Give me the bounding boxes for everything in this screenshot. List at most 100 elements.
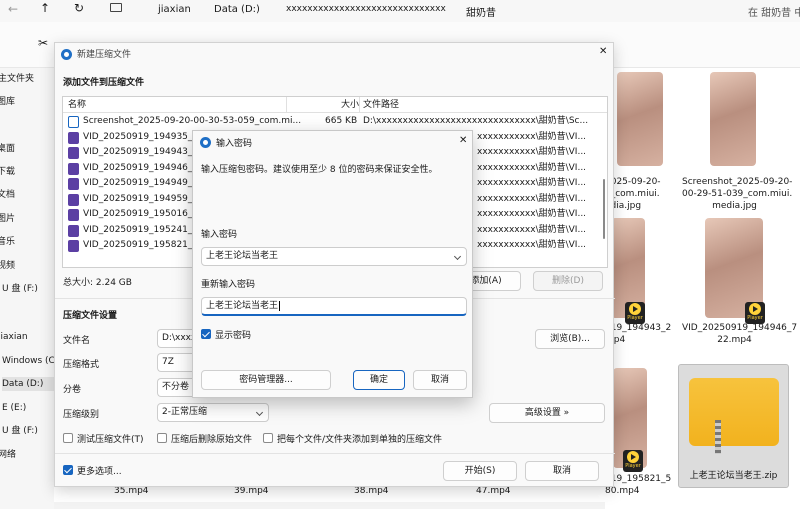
start-button[interactable]: 开始(S) (443, 461, 517, 481)
filename-input[interactable]: D:\xxxx (157, 329, 197, 348)
breadcrumb-user[interactable]: jiaxian (158, 4, 191, 15)
total-size: 总大小: 2.24 GB (63, 278, 132, 288)
separate-archives-label[interactable]: 把每个文件/文件夹添加到单独的压缩文件 (277, 432, 442, 445)
sidebar-item-videos[interactable]: 视频 (0, 259, 51, 273)
video-file-icon (68, 240, 79, 252)
col-name-header[interactable]: 名称 (68, 97, 86, 113)
file-name[interactable]: 2025-09-20- 1_com.miui. edia.jpg (605, 176, 675, 212)
thumbnail-image[interactable] (617, 72, 663, 166)
cell-name: Screenshot_2025-09-20-00-30-53-059_com.m… (83, 116, 302, 126)
cancel-button[interactable]: 取消 (413, 370, 467, 390)
file-name[interactable]: 39.mp4 (234, 486, 269, 496)
delete-after-checkbox[interactable] (157, 433, 167, 443)
test-archive-label[interactable]: 测试压缩文件(T) (77, 432, 144, 445)
file-name[interactable]: 35.mp4 (114, 486, 149, 496)
sidebar-item-user[interactable]: jiaxian (0, 330, 52, 344)
file-name[interactable]: 919_195821_5 80.mp4 (605, 473, 671, 497)
cell-path: xxxxxxxxxxx\甜奶昔\VI... (477, 240, 587, 250)
sidebar-item-desktop[interactable]: 桌面 (0, 142, 51, 156)
format-select[interactable]: 7Z (157, 353, 197, 372)
table-row[interactable]: Screenshot_2025-09-20-00-30-53-059_com.m… (63, 114, 593, 130)
sidebar-item-documents[interactable]: 文档 (0, 188, 51, 202)
explorer-sidebar: 主文件夹 图库 桌面 下载 文档 图片 音乐 视频 U 盘 (F:) jiaxi… (0, 68, 56, 509)
password-manager-button[interactable]: 密码管理器... (201, 370, 331, 390)
file-grid: 2025-09-20- 1_com.miui. edia.jpg Screens… (605, 68, 800, 509)
app-icon (61, 49, 72, 60)
delete-after-label[interactable]: 压缩后删除原始文件 (171, 432, 252, 445)
sidebar-item-gallery[interactable]: 图库 (0, 95, 51, 109)
show-password-label[interactable]: 显示密码 (215, 328, 251, 341)
sidebar-item-drive-c[interactable]: Windows (C:) (2, 354, 56, 368)
zip-folder-icon (689, 378, 779, 446)
separate-archives-checkbox[interactable] (263, 433, 273, 443)
sidebar-item-music[interactable]: 音乐 (0, 235, 51, 249)
breadcrumb-current[interactable]: 甜奶昔 (466, 4, 496, 19)
reenter-password-input[interactable]: 上老王论坛当老王 (201, 297, 467, 316)
delete-button[interactable]: 删除(D) (533, 271, 603, 291)
breadcrumb-drive[interactable]: Data (D:) (214, 4, 260, 15)
password-dialog: 输入密码 ✕ 输入压缩包密码。建议使用至少 8 位的密码来保证安全性。 输入密码… (192, 130, 473, 398)
advanced-settings-button[interactable]: 高级设置 » (489, 403, 605, 423)
sidebar-item-network[interactable]: 网络 (0, 448, 52, 462)
test-archive-checkbox[interactable] (63, 433, 73, 443)
breadcrumb-folder[interactable]: xxxxxxxxxxxxxxxxxxxxxxxxxxxxxx (286, 4, 446, 14)
password-dialog-title: 输入密码 (216, 139, 253, 149)
table-header: 名称 大小 文件路径 (63, 97, 607, 113)
up-arrow-icon[interactable]: ↑ (40, 1, 50, 15)
cell-name: VID_20250919_194949_835 (83, 178, 210, 188)
video-file-icon (68, 147, 79, 159)
password-input[interactable]: 上老王论坛当老王 (201, 247, 467, 266)
search-input[interactable]: 在 甜奶昔 中 (748, 4, 800, 19)
cut-icon[interactable]: ✂ (38, 36, 48, 50)
sidebar-item-downloads[interactable]: 下载 (0, 165, 51, 179)
more-options-checkbox[interactable] (63, 465, 73, 475)
col-path-header[interactable]: 文件路径 (363, 97, 399, 113)
file-name[interactable]: 38.mp4 (354, 486, 389, 496)
cell-name: VID_20250919_195241_247 (83, 224, 210, 235)
back-arrow-icon[interactable]: ← (8, 2, 18, 16)
show-password-checkbox[interactable] (201, 329, 211, 339)
cell-path: xxxxxxxxxxx\甜奶昔\VI... (477, 131, 587, 142)
sidebar-item-usb[interactable]: U 盘 (F:) (2, 282, 56, 296)
app-icon (200, 137, 211, 148)
cell-path: xxxxxxxxxxx\甜奶昔\VI... (477, 162, 587, 173)
thumbnail-image[interactable] (710, 72, 756, 166)
more-options-label[interactable]: 更多选项... (77, 464, 122, 477)
video-file-icon (68, 162, 79, 175)
browse-button[interactable]: 浏览(B)... (535, 329, 605, 349)
sidebar-item-drive-d[interactable]: Data (D:) (2, 377, 56, 391)
player-badge-icon: Player (625, 302, 645, 324)
col-size-header[interactable]: 大小 (341, 97, 359, 113)
section-add-title: 添加文件到压缩文件 (63, 78, 145, 88)
close-icon[interactable]: ✕ (599, 46, 607, 57)
password-hint: 输入压缩包密码。建议使用至少 8 位的密码来保证安全性。 (201, 165, 438, 175)
ok-button[interactable]: 确定 (353, 370, 405, 390)
close-icon[interactable]: ✕ (459, 135, 467, 146)
player-badge-icon: Player (623, 450, 643, 472)
sidebar-item-usb-2[interactable]: U 盘 (F:) (2, 424, 56, 438)
cell-path: xxxxxxxxxxx\甜奶昔\VI... (477, 209, 587, 219)
file-name[interactable]: 919_194943_2 mp4 (605, 322, 671, 346)
format-label: 压缩格式 (63, 360, 100, 370)
file-name[interactable]: Screenshot_2025-09-20- 00-29-51-039_com.… (682, 176, 792, 212)
split-select[interactable]: 不分卷 (157, 378, 197, 397)
reload-icon[interactable]: ↻ (74, 1, 84, 15)
level-select[interactable]: 2-正常压缩 (157, 403, 269, 422)
filename-label: 文件名 (63, 336, 91, 346)
sidebar-item-drive-e[interactable]: E (E:) (2, 401, 56, 415)
video-file-icon (68, 224, 79, 237)
cancel-button[interactable]: 取消 (525, 461, 599, 481)
scrollbar[interactable] (601, 115, 607, 265)
address-bar: ← ↑ ↻ jiaxian Data (D:) xxxxxxxxxxxxxxxx… (0, 0, 800, 22)
sidebar-item-home[interactable]: 主文件夹 (0, 72, 52, 86)
reenter-password-label: 重新输入密码 (201, 280, 256, 290)
cell-name: VID_20250919_194959_339 (83, 193, 210, 204)
sidebar-item-pictures[interactable]: 图片 (0, 212, 51, 226)
player-badge-icon: Player (745, 302, 765, 324)
file-name[interactable]: 47.mp4 (476, 486, 511, 496)
level-label: 压缩级别 (63, 410, 100, 420)
file-name[interactable]: VID_20250919_194946_7 22.mp4 (682, 322, 797, 346)
file-name[interactable]: 上老王论坛当老王.zip (678, 470, 789, 482)
enter-password-label: 输入密码 (201, 230, 238, 240)
split-label: 分卷 (63, 385, 82, 395)
